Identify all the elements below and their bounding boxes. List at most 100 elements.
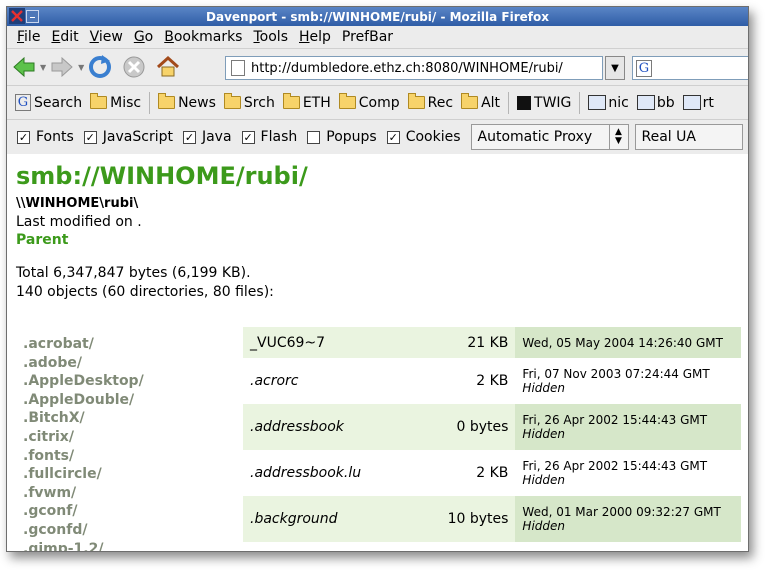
parent-link[interactable]: Parent <box>16 232 68 248</box>
directory-list: .acrobat/ .adobe/ .AppleDesktop/ .AppleD… <box>23 335 144 551</box>
popups-checkbox[interactable]: Popups <box>307 129 377 145</box>
menu-bar: File Edit View Go Bookmarks Tools Help P… <box>7 26 748 49</box>
menu-go[interactable]: Go <box>134 29 153 45</box>
page-icon <box>231 60 245 76</box>
url-bar[interactable]: http://dumbledore.ethz.ch:8080/WINHOME/r… <box>225 56 603 80</box>
reload-button[interactable] <box>87 54 113 80</box>
bookmark-search[interactable]: G Search <box>15 94 82 111</box>
javascript-checkbox[interactable]: ✓ JavaScript <box>83 129 173 145</box>
directory-link[interactable]: .gconf/ <box>23 502 144 521</box>
back-button[interactable] <box>11 54 37 80</box>
folder-icon <box>223 93 241 109</box>
file-size: 10 bytes <box>430 496 516 542</box>
search-box[interactable]: G <box>632 56 748 80</box>
directory-link[interactable]: .citrix/ <box>23 428 144 447</box>
object-count: 140 objects (60 directories, 80 files): <box>16 284 274 300</box>
browser-window: Davenport - smb://WINHOME/rubi/ - Mozill… <box>6 6 749 552</box>
file-link[interactable]: _VUC69~7 <box>243 327 431 358</box>
separator <box>579 91 581 114</box>
folder-icon <box>461 93 479 109</box>
directory-link[interactable]: .AppleDouble/ <box>23 391 144 410</box>
title-bar: Davenport - smb://WINHOME/rubi/ - Mozill… <box>7 7 748 26</box>
menu-view[interactable]: View <box>90 29 123 45</box>
directory-link[interactable]: .BitchX/ <box>23 409 144 428</box>
forward-arrow-icon <box>51 57 73 77</box>
close-x-icon[interactable] <box>9 8 25 24</box>
forward-dropdown-icon[interactable]: ▼ <box>78 63 84 72</box>
cookies-checkbox[interactable]: ✓ Cookies <box>386 129 461 145</box>
file-size: 2 KB <box>476 373 509 389</box>
java-checkbox[interactable]: ✓ Java <box>182 129 232 145</box>
fonts-checkbox[interactable]: ✓ Fonts <box>17 129 74 145</box>
bookmark-news[interactable]: News <box>158 93 216 111</box>
folder-icon <box>338 93 356 109</box>
directory-link[interactable]: .fonts/ <box>23 447 144 466</box>
file-link[interactable]: .addressbook.lu <box>243 450 431 496</box>
bookmark-twig[interactable]: TWIG <box>517 95 571 111</box>
table-row: .acrorc 2 KB Fri, 07 Nov 2003 07:24:44 G… <box>243 358 741 404</box>
forward-button[interactable] <box>49 54 75 80</box>
file-link[interactable]: .addressbook <box>243 404 431 450</box>
checkbox-checked-icon: ✓ <box>83 130 97 144</box>
menu-prefbar[interactable]: PrefBar <box>342 29 393 45</box>
google-search-icon[interactable]: G <box>636 59 652 77</box>
flash-checkbox[interactable]: ✓ Flash <box>241 129 297 145</box>
back-arrow-icon <box>13 57 35 77</box>
navigation-toolbar: ▼ ▼ http://dumbledore.ethz.ch:8080/WINHO… <box>7 49 748 86</box>
directory-link[interactable]: .fvwm/ <box>23 484 144 503</box>
url-history-dropdown[interactable]: ▼ <box>605 56 625 80</box>
separator <box>508 91 510 114</box>
bookmark-nic[interactable]: nic <box>588 95 629 111</box>
menu-edit[interactable]: Edit <box>51 29 78 45</box>
bookmark-rt[interactable]: rt <box>682 95 714 111</box>
bookmark-misc[interactable]: Misc <box>90 93 141 111</box>
bookmark-rec[interactable]: Rec <box>407 93 453 111</box>
checkbox-checked-icon: ✓ <box>182 130 196 144</box>
menu-bookmarks[interactable]: Bookmarks <box>164 29 242 45</box>
spinner-arrows-icon: ▲ ▼ <box>608 125 628 149</box>
user-agent-select[interactable]: Real UA <box>634 124 743 150</box>
menu-file[interactable]: File <box>17 29 40 45</box>
directory-link[interactable]: .acrobat/ <box>23 335 144 354</box>
file-link[interactable]: .background <box>243 496 431 542</box>
window-menu-button[interactable] <box>26 10 39 23</box>
file-date: Fri, 07 Nov 2003 07:24:44 GMT Hidden <box>515 358 741 404</box>
directory-link[interactable]: .adobe/ <box>23 354 144 373</box>
table-row: .addressbook 0 bytes Fri, 26 Apr 2002 15… <box>243 404 741 450</box>
chevron-down-icon: ▼ <box>611 62 619 74</box>
page-content: smb://WINHOME/rubi/ \\WINHOME\rubi\ Last… <box>7 154 748 551</box>
checkbox-checked-icon: ✓ <box>241 130 255 144</box>
bookmark-bb[interactable]: bb <box>636 95 675 111</box>
reload-icon <box>89 55 112 78</box>
bookmark-eth[interactable]: ETH <box>282 93 331 111</box>
bookmark-srch[interactable]: Srch <box>223 93 275 111</box>
table-row: .background 10 bytes Wed, 01 Mar 2000 09… <box>243 496 741 542</box>
last-modified: Last modified on . <box>16 214 142 230</box>
menu-help[interactable]: Help <box>299 29 331 45</box>
checkbox-checked-icon: ✓ <box>17 130 30 144</box>
folder-icon <box>158 93 176 109</box>
directory-link[interactable]: .fullcircle/ <box>23 465 144 484</box>
bookmark-comp[interactable]: Comp <box>338 93 400 111</box>
network-icon <box>588 95 607 110</box>
bookmarks-toolbar: G Search Misc News Srch ETH Comp Rec Alt … <box>7 86 748 120</box>
file-date: Fri, 26 Apr 2002 15:44:43 GMT Hidden <box>515 404 741 450</box>
directory-link[interactable]: .AppleDesktop/ <box>23 372 144 391</box>
home-button[interactable] <box>155 54 181 80</box>
network-icon <box>636 95 655 110</box>
file-table: _VUC69~7 21 KB Wed, 05 May 2004 14:26:40… <box>243 327 741 542</box>
back-dropdown-icon[interactable]: ▼ <box>40 63 46 72</box>
file-link[interactable]: .acrorc <box>243 358 431 404</box>
stop-button[interactable] <box>121 54 147 80</box>
url-text: http://dumbledore.ethz.ch:8080/WINHOME/r… <box>251 60 563 76</box>
checkbox-checked-icon: ✓ <box>386 130 400 144</box>
proxy-select[interactable]: Automatic Proxy ▲ ▼ <box>470 124 629 150</box>
terminal-icon <box>517 95 532 110</box>
page-title: smb://WINHOME/rubi/ <box>16 162 308 190</box>
bookmark-alt[interactable]: Alt <box>461 93 500 111</box>
separator <box>149 91 151 114</box>
menu-tools[interactable]: Tools <box>253 29 288 45</box>
directory-link[interactable]: .gimp-1.2/ <box>23 540 144 551</box>
directory-link[interactable]: .gconfd/ <box>23 521 144 540</box>
home-icon <box>157 55 180 77</box>
